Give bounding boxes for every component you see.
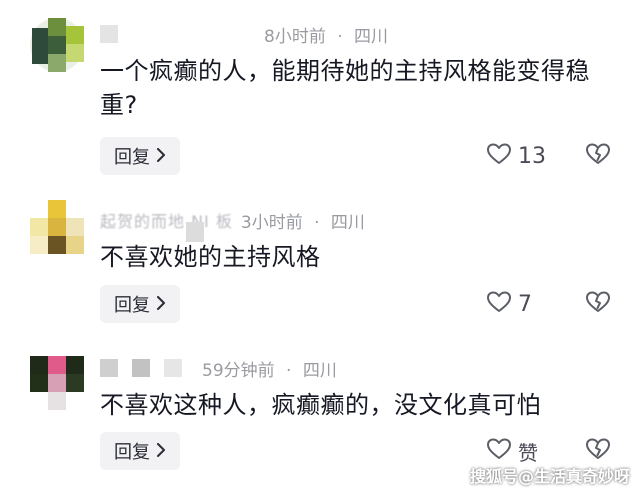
chevron-right-icon [156,442,166,461]
like-count: 7 [518,291,532,317]
username-blurred[interactable]: 起贺的而地 NI 板 [100,208,233,232]
reply-label: 回复 [114,295,150,316]
avatar[interactable] [30,200,84,254]
chevron-right-icon [156,147,166,166]
like-button[interactable]: 7 [486,285,532,323]
heart-outline-icon [486,142,512,170]
reply-button[interactable]: 回复 [100,285,180,323]
comment-time: 8小时前 [264,26,326,47]
comment-location: 四川 [354,26,389,47]
comment-text: 不喜欢她的主持风格 [100,243,321,271]
comment-location: 四川 [330,212,365,233]
broken-heart-icon [585,290,611,318]
comment-meta: 起贺的而地 NI 板 3小时前 · 四川 [100,207,365,233]
chevron-right-icon [156,295,166,314]
reply-label: 回复 [114,442,150,463]
reply-button[interactable]: 回复 [100,432,180,470]
avatar[interactable] [30,18,84,72]
meta-separator: · [337,26,343,47]
dislike-button[interactable] [583,285,613,323]
meta-separator: · [286,360,292,381]
comment-meta: 59分钟前 · 四川 [100,355,337,381]
like-button[interactable]: 13 [486,137,546,175]
dislike-button[interactable] [583,137,613,175]
watermark: 搜狐号@生活真奇妙呀 [470,467,631,486]
comment-location: 四川 [302,360,337,381]
like-count: 13 [518,143,546,169]
username-masked[interactable] [100,25,132,43]
broken-heart-icon [585,437,611,465]
reply-button[interactable]: 回复 [100,137,180,175]
username-mask-block [186,222,204,242]
comment-text: 不喜欢这种人，疯癫癫的，没文化真可怕 [100,391,541,419]
reply-label: 回复 [114,147,150,168]
username-masked[interactable] [100,359,196,377]
heart-outline-icon [486,290,512,318]
meta-separator: · [314,212,320,233]
avatar[interactable] [30,356,84,410]
comment-time: 3小时前 [240,212,303,233]
broken-heart-icon [585,142,611,170]
comment-meta: 8小时前 · 四川 [100,21,388,47]
comment-text: 一个疯癫的人，能期待她的主持风格能变得稳重? [100,57,590,119]
comment-time: 59分钟前 [202,360,275,381]
heart-outline-icon [486,437,512,465]
